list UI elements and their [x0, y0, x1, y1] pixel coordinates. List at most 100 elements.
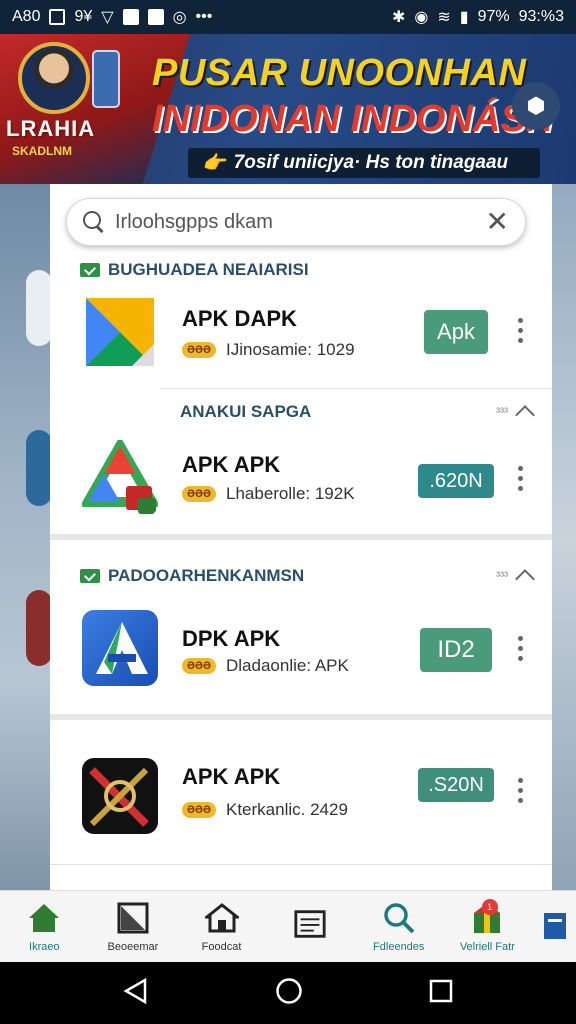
nav-rewards[interactable]: 1 Velriell Fatr — [443, 891, 532, 962]
rating-badge: ƏƏƏ — [182, 802, 216, 818]
system-navigation-bar — [0, 962, 576, 1024]
app-row[interactable]: APK APK ƏƏƏ Kterkanlic. 2429 .S20N — [50, 744, 552, 854]
nav-documents[interactable] — [266, 891, 355, 962]
search-bar[interactable]: ✕ — [66, 198, 526, 246]
promo-banner[interactable]: LRAHIA SKADLNM PUSAR UNOONHAN INIDONAN I… — [0, 34, 576, 184]
chevron-up-icon — [515, 569, 535, 589]
nav-label: Fdleendes — [373, 940, 425, 953]
app-row[interactable]: DPK APK ƏƏƏ Dladaonlie: APK ID2 — [50, 594, 552, 704]
nav-store[interactable]: Foodcat — [177, 891, 266, 962]
nav-home[interactable]: Ikraeo — [0, 891, 89, 962]
home-circle-icon — [276, 977, 302, 1004]
section-header: BUGHUADEA NEAIARISI — [80, 260, 309, 280]
section-divider — [50, 714, 552, 720]
signal-icon: ▮ — [459, 9, 469, 26]
bookmark-icon — [116, 901, 150, 935]
search-results-sheet: ✕ BUGHUADEA NEAIARISI APK DAPK ƏƏƏ IJino… — [50, 184, 552, 894]
section-header: ANAKUI SAPGA — [180, 402, 311, 422]
app-name: APK DAPK — [182, 306, 297, 331]
nav-bookmark[interactable]: Beoeemar — [89, 891, 178, 962]
background-content-right — [552, 184, 576, 894]
app-meta-text: Lhaberolle: 192K — [226, 484, 355, 503]
tagline-text: 7osif uniicjya· Hs ton tinagaau — [233, 152, 509, 173]
nav-label: Beoeemar — [107, 940, 159, 953]
app-meta: ƏƏƏ Lhaberolle: 192K — [182, 484, 355, 504]
bluetooth-icon: ✱ — [392, 9, 406, 26]
app-meta-text: Kterkanlic. 2429 — [226, 800, 348, 819]
app-icon — [82, 758, 158, 834]
section-collapse[interactable]: ³³³ — [496, 566, 535, 589]
wifi-icon: ≋ — [437, 9, 451, 26]
back-button[interactable] — [123, 977, 149, 1009]
section-title: ANAKUI SAPGA — [180, 402, 312, 421]
phone-icon — [92, 50, 120, 108]
notification-icon — [49, 9, 66, 25]
background-chip — [26, 270, 52, 346]
nav-search[interactable]: Fdleendes — [354, 891, 443, 962]
more-options-icon[interactable] — [518, 636, 524, 661]
home-icon — [27, 901, 61, 935]
document-icon — [293, 907, 327, 941]
location-icon: ⬢ — [526, 93, 546, 118]
install-button[interactable]: .620N — [418, 464, 494, 498]
app-name: DPK APK — [182, 626, 281, 651]
notification-badge: 1 — [481, 899, 498, 915]
status-left-text: A80 — [12, 8, 41, 25]
app-meta-text: IJinosamie: 1029 — [226, 340, 355, 359]
battery-text: 97% — [477, 8, 510, 25]
install-button[interactable]: ID2 — [420, 628, 492, 672]
avatar — [18, 42, 90, 114]
recents-icon — [429, 979, 453, 1002]
rating-badge: ƏƏƏ — [182, 486, 216, 502]
section-count: ³³³ — [496, 569, 508, 583]
status-bar: A80 9¥ ▽ ◎ ••• ✱ ◉ ≋ ▮ 97% 93:%3 — [0, 0, 576, 34]
close-icon[interactable]: ✕ — [486, 208, 509, 236]
banner-subtitle: INIDONAN INDONÁSH — [152, 98, 554, 140]
banner-title: PUSAR UNOONHAN — [152, 52, 527, 94]
app-name: APK APK — [182, 764, 281, 789]
app-name: APK APK — [182, 452, 281, 477]
nav-label: Foodcat — [201, 940, 242, 953]
back-icon — [123, 977, 147, 1004]
nav-more[interactable] — [532, 891, 576, 962]
section-divider — [50, 534, 552, 540]
banner-action-button[interactable]: ⬢ — [512, 82, 560, 130]
section-title: BUGHUADEA NEAIARISI — [108, 260, 309, 279]
rating-badge: ƏƏƏ — [182, 342, 216, 358]
more-notifications-icon: ••• — [195, 8, 213, 25]
app-icon — [82, 610, 158, 686]
home-button[interactable] — [275, 977, 303, 1010]
app-meta: ƏƏƏ Dladaonlie: APK — [182, 656, 349, 676]
search-icon — [382, 901, 416, 935]
verified-flag-icon — [80, 263, 100, 277]
clock-text: 93:%3 — [518, 8, 564, 25]
more-options-icon[interactable] — [518, 778, 524, 803]
search-input[interactable] — [115, 210, 486, 234]
brand-subtitle: SKADLNM — [12, 144, 72, 158]
app-notification-icon — [122, 9, 139, 25]
banner-tagline: 👉 7osif uniicjya· Hs ton tinagaau — [188, 148, 540, 178]
section-header: PADOOARHENKANMSN — [80, 566, 304, 586]
photo-notification-icon — [147, 9, 164, 25]
app-row[interactable]: APK APK ƏƏƏ Lhaberolle: 192K .620N — [50, 422, 552, 532]
more-options-icon[interactable] — [518, 318, 524, 343]
app-icon — [82, 440, 158, 516]
store-icon — [204, 901, 239, 935]
verified-flag-icon — [80, 569, 100, 583]
grid-icon — [537, 907, 571, 941]
alarm-icon: ◉ — [414, 9, 429, 26]
bottom-navigation: Ikraeo Beoeemar Foodcat Fdleendes 1 Velr… — [0, 890, 576, 962]
section-collapse[interactable]: ³³³ — [496, 402, 535, 425]
install-button[interactable]: Apk — [424, 310, 488, 354]
install-button[interactable]: .S20N — [418, 768, 494, 802]
search-icon — [83, 211, 105, 233]
recents-button[interactable] — [429, 979, 453, 1008]
app-meta-text: Dladaonlie: APK — [226, 656, 349, 675]
background-chip — [26, 590, 52, 666]
chevron-down-icon: ▽ — [101, 9, 114, 26]
pointing-hand-icon: 👉 — [202, 153, 226, 174]
section-count: ³³³ — [496, 405, 508, 419]
more-options-icon[interactable] — [518, 466, 524, 491]
settings-notification-icon: ◎ — [172, 9, 187, 26]
app-row[interactable]: APK DAPK ƏƏƏ IJinosamie: 1029 Apk — [50, 280, 552, 390]
